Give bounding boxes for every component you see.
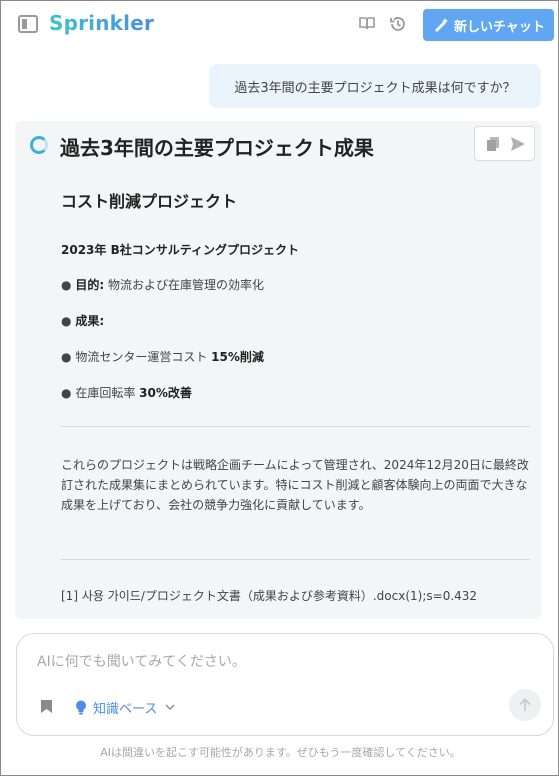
section-heading: コスト削減プロジェクト: [61, 192, 238, 211]
divider: [61, 426, 530, 427]
divider: [61, 559, 530, 560]
book-icon[interactable]: [359, 17, 375, 30]
citation-link[interactable]: [1] 사용 가이드/プロジェクト文書（成果および参考資料）.docx(1);s…: [61, 587, 477, 604]
new-chat-button[interactable]: 新しいチャット: [423, 9, 554, 41]
user-message-text: 過去3年間の主要プロジェクト成果は何ですか？: [234, 80, 516, 96]
list-item: ● 目的: 物流および在庫管理の効率化: [61, 278, 264, 292]
disclaimer-text: AIは間違いを起こす可能性があります。ぜひもう一度確認してください。: [100, 746, 461, 759]
knowledge-base-selector[interactable]: 知識ベース: [75, 697, 181, 717]
send-button[interactable]: [509, 689, 541, 721]
spinner-icon: [30, 136, 48, 154]
answer-card: 過去3年間の主要プロジェクト成果 コスト削減プロジェクト 2023年 B社コンサ…: [15, 121, 541, 619]
bookmark-icon[interactable]: [41, 700, 52, 713]
new-chat-label: 新しいチャット: [454, 19, 545, 35]
user-message-bubble: 過去3年間の主要プロジェクト成果は何ですか？: [209, 64, 541, 108]
list-item: ● 物流センター運営コスト 15%削減: [61, 350, 264, 364]
history-icon[interactable]: [389, 15, 407, 33]
app-window: Sprinkler 新しいチャット 過去3年間の主要プロジェクト成果は何ですか？…: [0, 0, 559, 776]
chat-input[interactable]: [37, 654, 517, 670]
chevron-down-icon: [165, 704, 175, 710]
lightbulb-icon: [76, 700, 86, 714]
project-name: 2023年 B社コンサルティングプロジェクト: [61, 243, 300, 257]
brand-logo: Sprinkler: [49, 11, 155, 35]
new-chat-icon: [435, 18, 448, 32]
sidebar-toggle-icon[interactable]: [18, 15, 38, 33]
summary-text: これらのプロジェクトは戦略企画チームによって管理され、2024年12月20日に最…: [61, 458, 529, 512]
list-item: ● 在庫回転率 30%改善: [61, 386, 192, 400]
send-icon[interactable]: [511, 137, 525, 151]
header: Sprinkler 新しいチャット: [1, 1, 558, 49]
answer-title: 過去3年間の主要プロジェクト成果: [60, 136, 374, 160]
list-item: ● 成果:: [61, 314, 105, 328]
knowledge-base-label: 知識ベース: [93, 701, 158, 717]
copy-icon[interactable]: [487, 137, 499, 151]
chat-composer: 知識ベース: [16, 633, 554, 736]
arrow-up-icon: [519, 698, 531, 711]
answer-actions: [474, 126, 535, 161]
